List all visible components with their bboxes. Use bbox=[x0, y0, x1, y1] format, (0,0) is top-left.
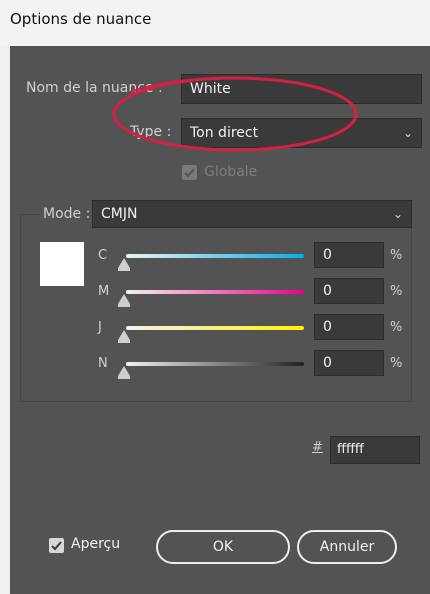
channel-c-label: C bbox=[98, 248, 108, 263]
channel-n-label: N bbox=[98, 356, 108, 371]
title-bar: Options de nuance bbox=[0, 0, 430, 46]
yellow-slider-track[interactable] bbox=[126, 326, 304, 330]
checkmark-icon bbox=[51, 541, 62, 551]
global-checkbox[interactable] bbox=[182, 165, 197, 180]
mode-selected-value: CMJN bbox=[101, 206, 138, 222]
chevron-down-icon: ⌄ bbox=[392, 207, 403, 221]
magenta-slider-thumb-base bbox=[118, 304, 130, 307]
channel-m-label: M bbox=[98, 284, 110, 299]
cyan-slider-thumb-base bbox=[118, 268, 130, 271]
preview-label: Aperçu bbox=[71, 536, 121, 552]
hex-label: # bbox=[312, 440, 323, 455]
cyan-slider-track[interactable] bbox=[126, 254, 304, 258]
yellow-slider-thumb-base bbox=[118, 340, 130, 343]
cyan-value-input[interactable]: 0 bbox=[314, 242, 384, 268]
magenta-slider-track[interactable] bbox=[126, 290, 304, 294]
global-label: Globale bbox=[204, 164, 258, 180]
cyan-slider-thumb[interactable] bbox=[118, 258, 130, 268]
cyan-percent-label: % bbox=[390, 248, 403, 263]
yellow-slider-thumb[interactable] bbox=[118, 330, 130, 340]
preview-checkbox[interactable] bbox=[49, 538, 64, 553]
magenta-value-input[interactable]: 0 bbox=[314, 278, 384, 304]
yellow-value-input[interactable]: 0 bbox=[314, 314, 384, 340]
black-value-input[interactable]: 0 bbox=[314, 350, 384, 376]
checkmark-icon bbox=[184, 168, 195, 178]
black-slider-thumb-base bbox=[118, 376, 130, 379]
cancel-button[interactable]: Annuler bbox=[297, 530, 397, 564]
ok-button[interactable]: OK bbox=[156, 530, 290, 564]
red-circle-annotation bbox=[112, 76, 358, 152]
mode-select[interactable]: CMJN ⌄ bbox=[92, 200, 412, 228]
yellow-percent-label: % bbox=[390, 320, 403, 335]
chevron-down-icon: ⌄ bbox=[402, 126, 413, 140]
window-title: Options de nuance bbox=[10, 10, 152, 28]
black-percent-label: % bbox=[390, 356, 403, 371]
black-slider-thumb[interactable] bbox=[118, 366, 130, 376]
hex-value-input[interactable]: ffffff bbox=[330, 436, 420, 464]
color-preview-swatch bbox=[40, 242, 84, 286]
magenta-slider-thumb[interactable] bbox=[118, 294, 130, 304]
magenta-percent-label: % bbox=[390, 284, 403, 299]
black-slider-track[interactable] bbox=[126, 362, 304, 366]
mode-label: Mode : bbox=[40, 206, 94, 222]
channel-j-label: J bbox=[98, 320, 102, 335]
